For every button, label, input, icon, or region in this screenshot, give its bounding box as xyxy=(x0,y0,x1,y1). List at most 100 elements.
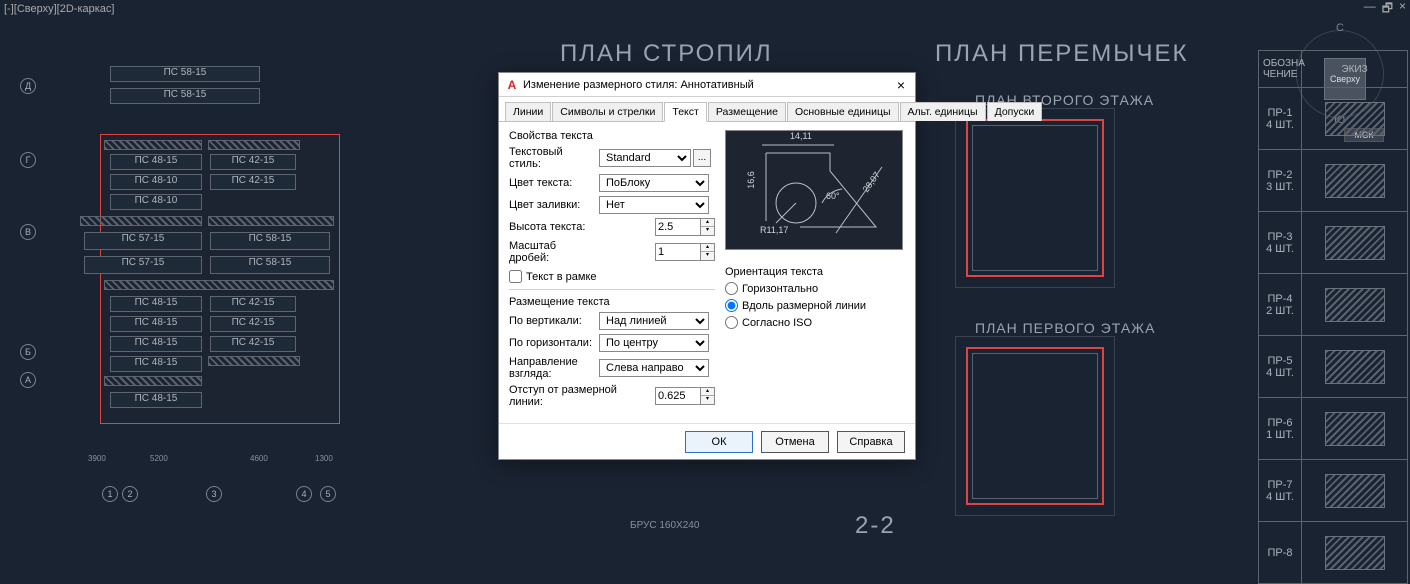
label-orient-iso: Согласно ISO xyxy=(742,317,812,329)
label-text-style: Текстовый стиль: xyxy=(509,146,593,170)
offset-input[interactable] xyxy=(655,387,701,405)
ok-button[interactable]: ОК xyxy=(685,431,753,453)
fill-color-select[interactable]: Нет xyxy=(599,196,709,214)
table-row: ПР-74 ШТ. xyxy=(1258,460,1408,522)
tab-размещение[interactable]: Размещение xyxy=(708,102,786,121)
dialog-titlebar[interactable]: A Изменение размерного стиля: Аннотативн… xyxy=(499,73,915,97)
dialog-title: Изменение размерного стиля: Аннотативный xyxy=(523,79,754,91)
fraction-scale-input[interactable] xyxy=(655,243,701,261)
dim-label: 3900 xyxy=(88,454,106,463)
axis-marker: Б xyxy=(20,344,36,360)
dimension-preview: 14,11 16,6 28,07 R11,17 60° xyxy=(725,130,903,250)
text-color-select[interactable]: ПоБлоку xyxy=(599,174,709,192)
axis-marker: 1 xyxy=(102,486,118,502)
axis-marker: 2 xyxy=(122,486,138,502)
tab-линии[interactable]: Линии xyxy=(505,102,551,121)
drawing-title-1st-floor: ПЛАН ПЕРВОГО ЭТАЖА xyxy=(975,320,1155,336)
drawing-title-peremychek: ПЛАН ПЕРЕМЫЧЕК xyxy=(935,40,1189,68)
close-button[interactable]: × xyxy=(1399,0,1406,20)
label-fill-color: Цвет заливки: xyxy=(509,199,593,211)
label-offset: Отступ от размерной линии: xyxy=(509,384,639,408)
dim-label: 4600 xyxy=(250,454,268,463)
section-text-placement: Размещение текста xyxy=(509,296,715,308)
table-row: ПР-61 ШТ. xyxy=(1258,398,1408,460)
label-view-direction: Направление взгляда: xyxy=(509,356,593,380)
axis-marker: А xyxy=(20,372,36,388)
vertical-placement-select[interactable]: Над линией xyxy=(599,312,709,330)
label-text-color: Цвет текста: xyxy=(509,177,593,189)
table-row: ПР-23 ШТ. xyxy=(1258,150,1408,212)
row-sketch xyxy=(1302,336,1408,398)
label-fraction-scale: Масштаб дробей: xyxy=(509,240,593,264)
text-height-input[interactable] xyxy=(655,218,701,236)
table-header-sketch: ЭКИЗ xyxy=(1302,50,1408,88)
tab-альт-единицы[interactable]: Альт. единицы xyxy=(900,102,986,121)
cancel-button[interactable]: Отмена xyxy=(761,431,829,453)
tab-текст[interactable]: Текст xyxy=(664,102,706,122)
text-height-spinner[interactable]: ▴▾ xyxy=(701,218,715,236)
axis-marker: В xyxy=(20,224,36,240)
section-text-properties: Свойства текста xyxy=(509,130,715,142)
orient-horizontal-radio[interactable] xyxy=(725,282,738,295)
row-designation: ПР-54 ШТ. xyxy=(1258,336,1302,398)
row-designation: ПР-34 ШТ. xyxy=(1258,212,1302,274)
help-button[interactable]: Справка xyxy=(837,431,905,453)
section-label-22: 2-2 xyxy=(855,512,896,540)
tab-символы-и-стрелки[interactable]: Символы и стрелки xyxy=(552,102,663,121)
tab-основные-единицы[interactable]: Основные единицы xyxy=(787,102,899,121)
dimstyle-dialog: A Изменение размерного стиля: Аннотативн… xyxy=(498,72,916,460)
orient-along-line-radio[interactable] xyxy=(725,299,738,312)
row-designation: ПР-23 ШТ. xyxy=(1258,150,1302,212)
tab-допуски[interactable]: Допуски xyxy=(987,102,1043,121)
preview-dim-angle: 60° xyxy=(826,191,840,201)
row-sketch xyxy=(1302,522,1408,584)
dim-label: 5200 xyxy=(150,454,168,463)
plan-drawing-left[interactable]: ПС 58-15 ПС 58-15 ПС 48-15 ПС 48-10 ПС 4… xyxy=(70,60,350,490)
beam-note: БРУС 160X240 xyxy=(630,520,699,531)
fraction-scale-spinner[interactable]: ▴▾ xyxy=(701,243,715,261)
text-style-browse-button[interactable]: ... xyxy=(693,149,711,167)
section-text-orientation: Ориентация текста xyxy=(725,266,905,278)
orient-iso-radio[interactable] xyxy=(725,316,738,329)
autocad-logo-icon: A xyxy=(505,78,519,92)
preview-dim-radius: R11,17 xyxy=(760,225,788,235)
preview-dim-left: 16,6 xyxy=(746,171,756,189)
axis-marker: Д xyxy=(20,78,36,94)
row-designation: ПР-14 ШТ. xyxy=(1258,88,1302,150)
label-orient-horizontal: Горизонтально xyxy=(742,283,818,295)
row-sketch xyxy=(1302,274,1408,336)
label-horizontal: По горизонтали: xyxy=(509,337,593,349)
table-row: ПР-34 ШТ. xyxy=(1258,212,1408,274)
row-designation: ПР-8 xyxy=(1258,522,1302,584)
dialog-close-button[interactable]: × xyxy=(893,77,909,93)
row-sketch xyxy=(1302,150,1408,212)
text-style-select[interactable]: Standard xyxy=(599,149,691,167)
document-title: [-][Сверху][2D-каркас] xyxy=(4,3,114,15)
compass-north: С xyxy=(1336,22,1344,34)
offset-spinner[interactable]: ▴▾ xyxy=(701,387,715,405)
table-row: ПР-14 ШТ. xyxy=(1258,88,1408,150)
axis-marker: 3 xyxy=(206,486,222,502)
horizontal-placement-select[interactable]: По центру xyxy=(599,334,709,352)
dim-label: 1300 xyxy=(315,454,333,463)
view-direction-select[interactable]: Слева направо xyxy=(599,359,709,377)
drawing-title-stropil: ПЛАН СТРОПИЛ xyxy=(560,40,773,68)
floor-plan-2[interactable] xyxy=(955,108,1115,288)
lintel-schedule-table: ОБОЗНА ЧЕНИЕ ЭКИЗ ПР-14 ШТ.ПР-23 ШТ.ПР-3… xyxy=(1258,50,1408,584)
app-titlebar: [-][Сверху][2D-каркас] — 🗗 × xyxy=(0,0,1410,18)
axis-marker: 4 xyxy=(296,486,312,502)
table-row: ПР-8 xyxy=(1258,522,1408,584)
label-text-height: Высота текста: xyxy=(509,221,593,233)
restore-button[interactable]: 🗗 xyxy=(1382,0,1393,20)
table-header-designation: ОБОЗНА ЧЕНИЕ xyxy=(1258,50,1302,88)
row-sketch xyxy=(1302,212,1408,274)
label-text-frame: Текст в рамке xyxy=(526,271,597,283)
minimize-button[interactable]: — xyxy=(1364,0,1376,20)
window-controls: — 🗗 × xyxy=(1364,0,1406,20)
text-frame-checkbox[interactable] xyxy=(509,270,522,283)
row-sketch xyxy=(1302,460,1408,522)
table-row: ПР-42 ШТ. xyxy=(1258,274,1408,336)
label-orient-along: Вдоль размерной линии xyxy=(742,300,866,312)
floor-plan-1[interactable] xyxy=(955,336,1115,516)
row-designation: ПР-74 ШТ. xyxy=(1258,460,1302,522)
